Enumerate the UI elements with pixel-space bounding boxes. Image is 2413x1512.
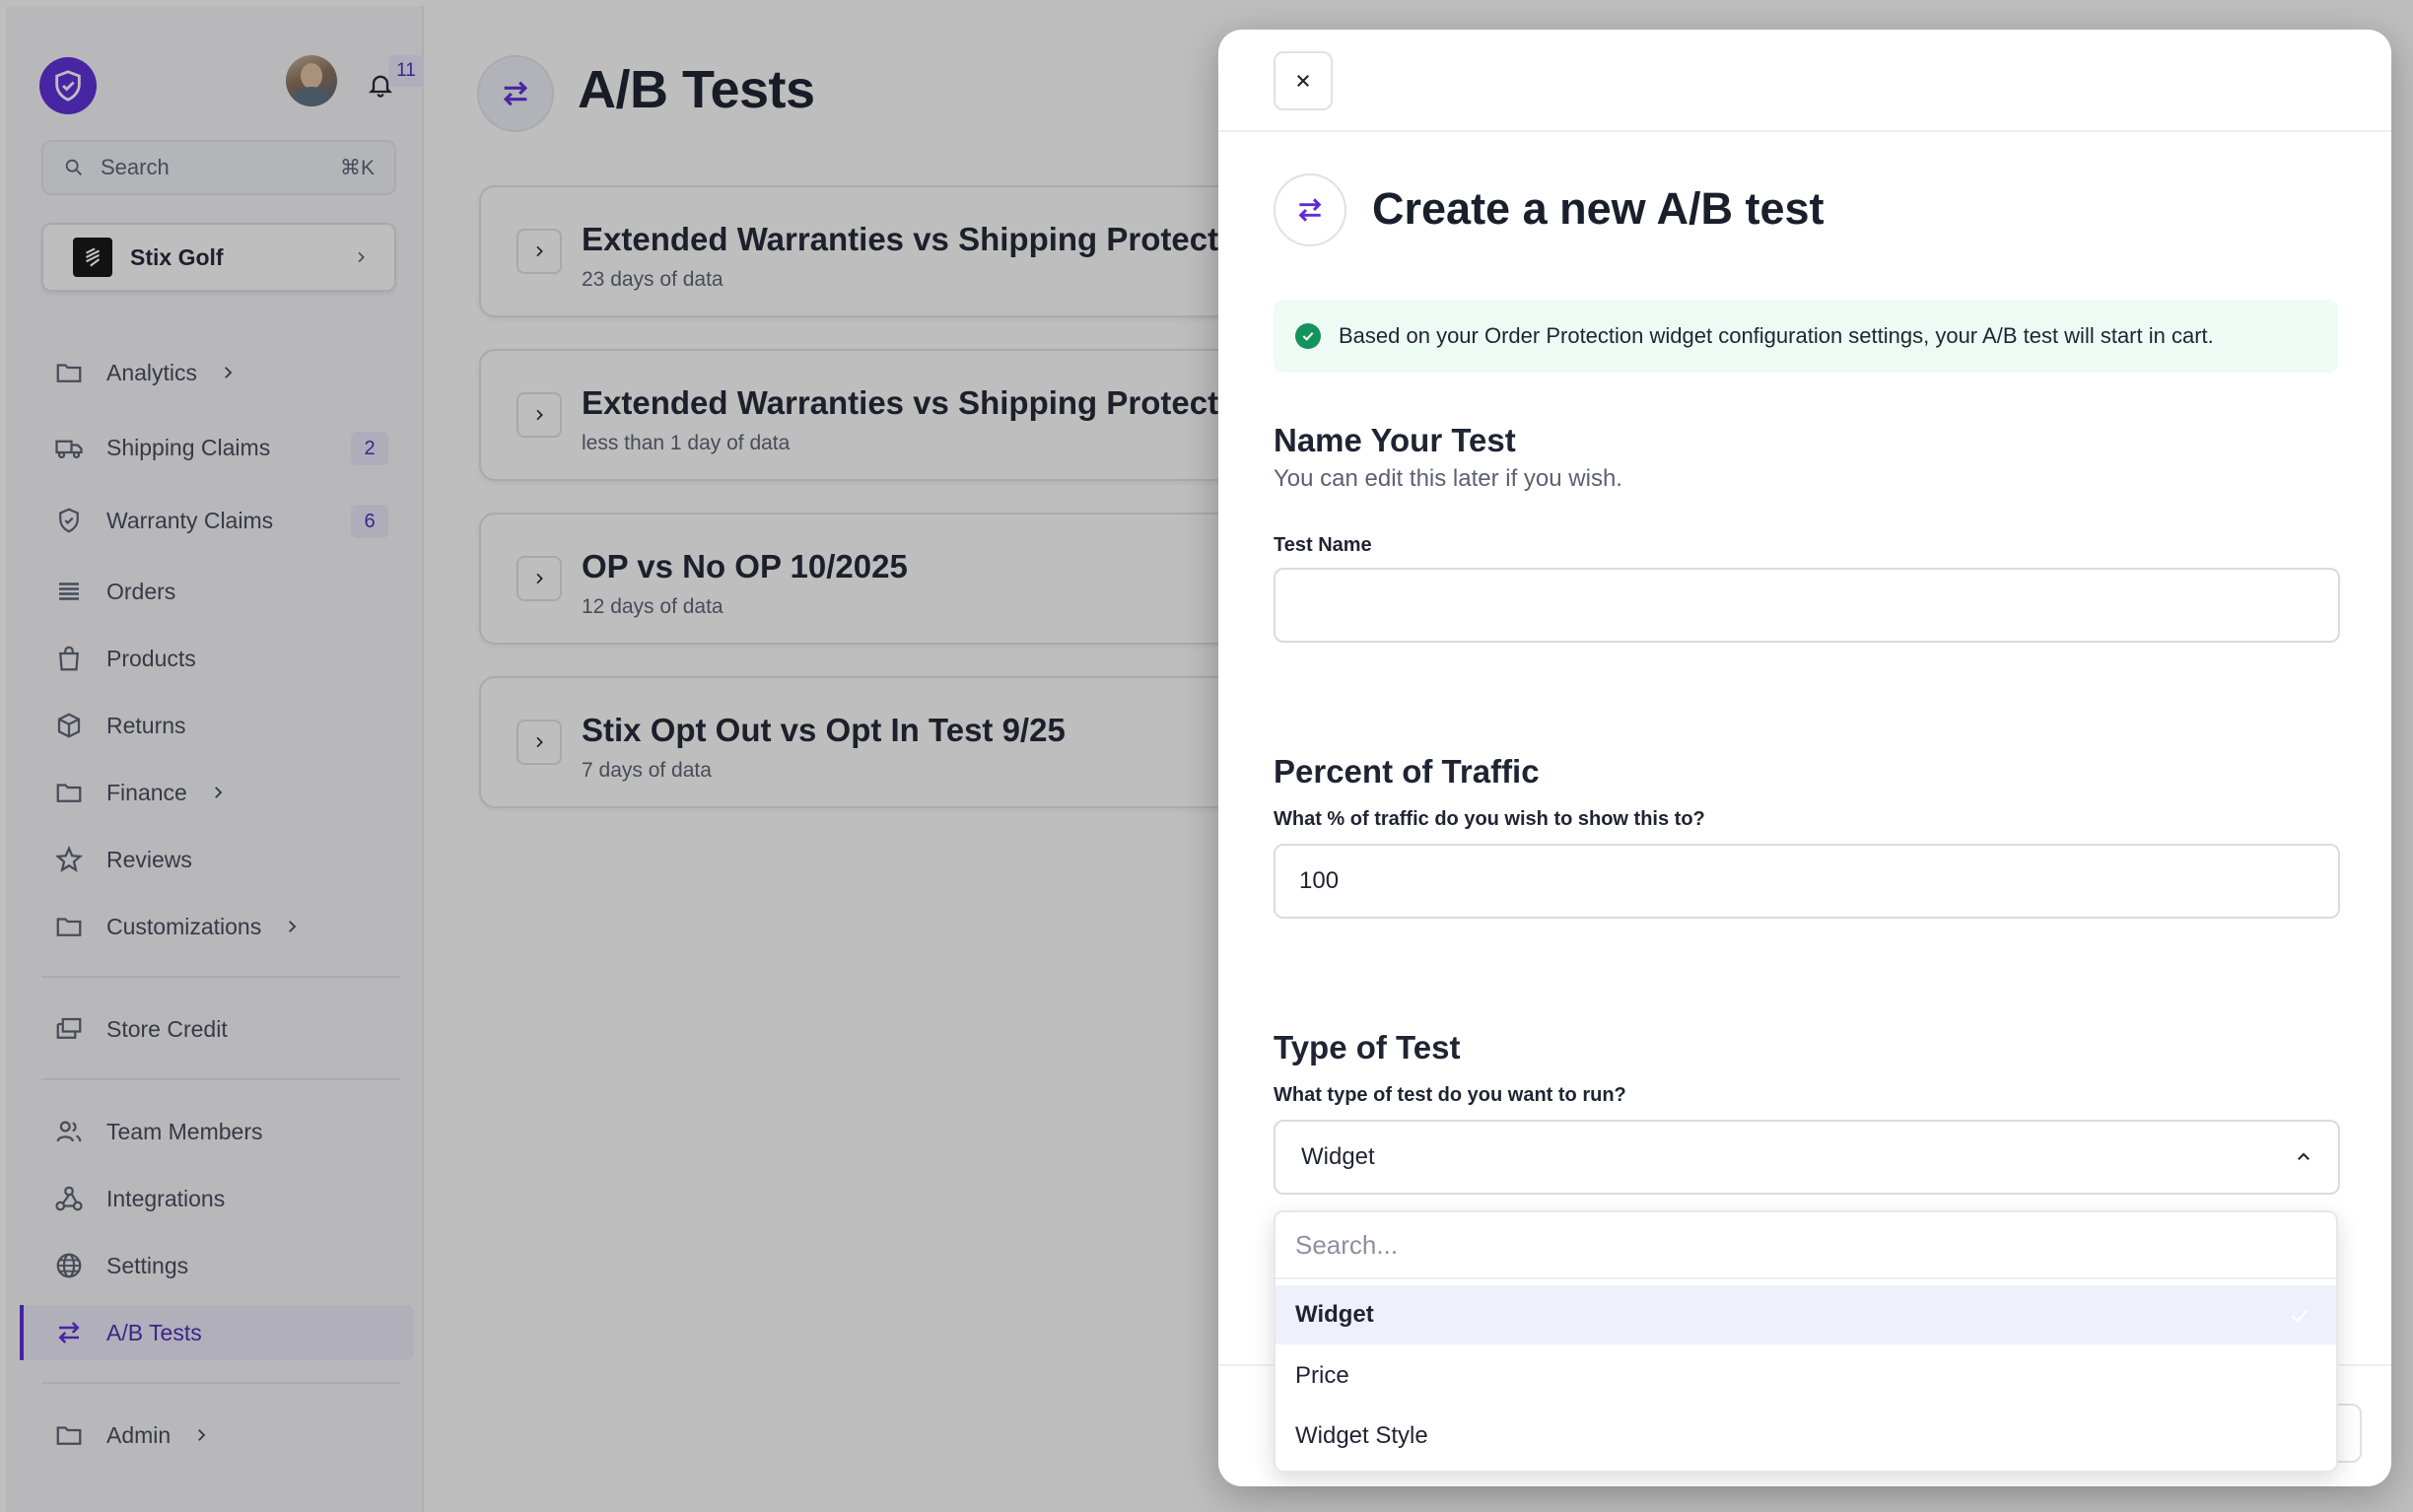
option-price[interactable]: Price — [1275, 1346, 2336, 1406]
modal-title: Create a new A/B test — [1372, 183, 1825, 234]
field-label: Test Name — [1274, 534, 1372, 556]
info-notice: Based on your Order Protection widget co… — [1274, 300, 2338, 373]
modal-header — [1218, 30, 2391, 132]
option-widget-style[interactable]: Widget Style — [1275, 1407, 2336, 1466]
section-title: Name Your Test — [1274, 422, 1516, 458]
option-label: Widget — [1295, 1301, 1374, 1328]
notice-text: Based on your Order Protection widget co… — [1339, 323, 2214, 348]
test-name-input[interactable] — [1274, 568, 2340, 643]
option-widget[interactable]: Widget — [1275, 1285, 2336, 1344]
field-label: What type of test do you want to run? — [1274, 1084, 1626, 1106]
check-icon — [2291, 1309, 2309, 1324]
close-icon — [1297, 75, 1309, 87]
swap-icon — [1274, 173, 1346, 246]
close-button[interactable] — [1274, 51, 1333, 110]
traffic-percent-input[interactable] — [1274, 844, 2340, 919]
check-circle-icon — [1295, 323, 1321, 349]
test-type-dropdown: Widget Price Widget Style — [1274, 1210, 2338, 1473]
selected-value: Widget — [1301, 1143, 1375, 1170]
dropdown-search-input[interactable] — [1275, 1212, 2336, 1279]
section-title: Type of Test — [1274, 1029, 1461, 1065]
test-type-select[interactable]: Widget — [1274, 1120, 2340, 1195]
chevron-up-icon — [2298, 1152, 2310, 1160]
option-label: Price — [1295, 1362, 1349, 1389]
field-label: What % of traffic do you wish to show th… — [1274, 808, 1705, 830]
option-label: Widget Style — [1295, 1422, 1428, 1449]
section-subtitle: You can edit this later if you wish. — [1274, 465, 1622, 492]
section-title: Percent of Traffic — [1274, 753, 1540, 790]
